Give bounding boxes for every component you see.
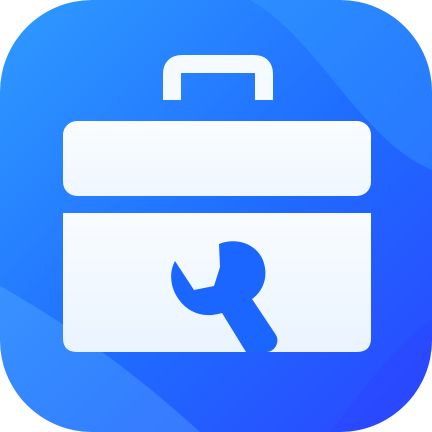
toolbox-icon[interactable] bbox=[0, 0, 432, 432]
toolbox-lid bbox=[63, 121, 371, 196]
app-icon-canvas bbox=[0, 0, 432, 432]
toolbox-body bbox=[63, 213, 371, 352]
